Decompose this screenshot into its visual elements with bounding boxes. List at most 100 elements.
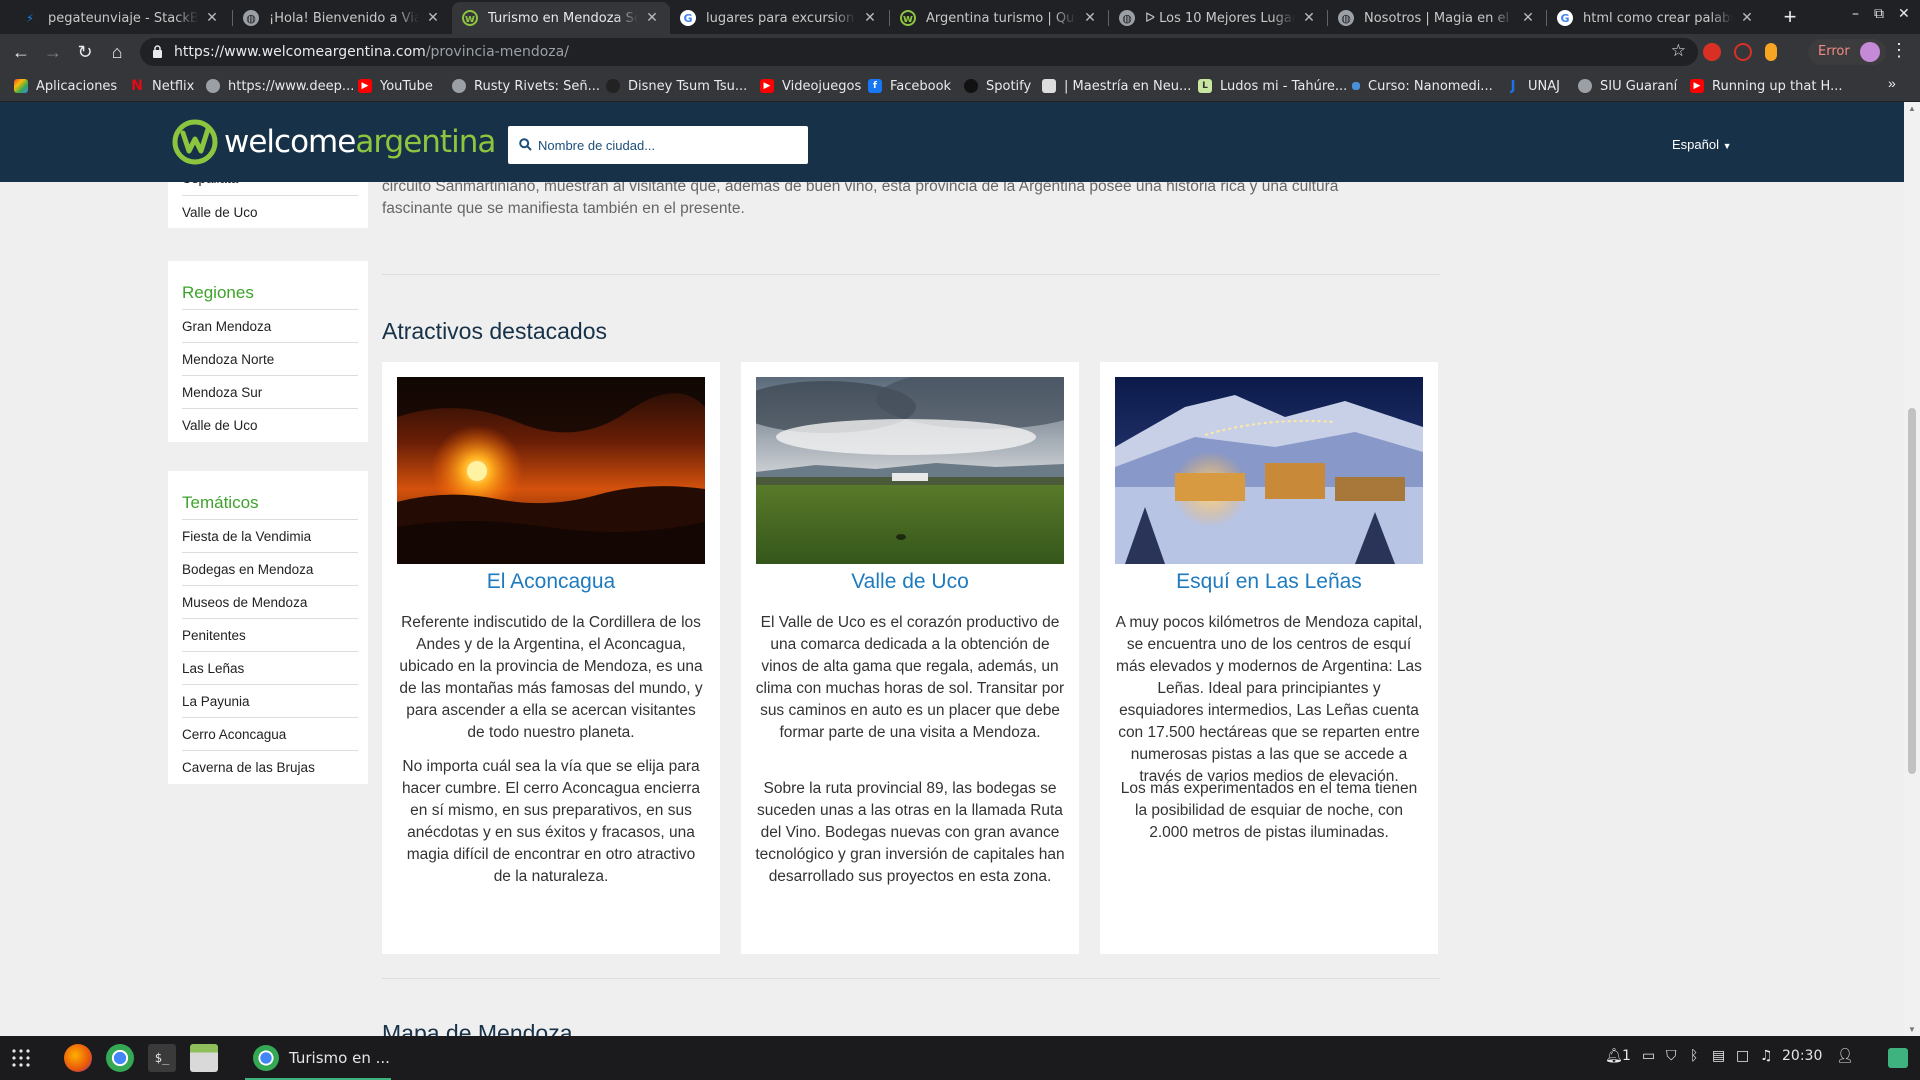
close-icon[interactable]: ✕ bbox=[644, 10, 660, 26]
globe-icon bbox=[206, 79, 220, 93]
bookmark-item[interactable]: N Netflix bbox=[130, 76, 194, 96]
bookmark-item[interactable]: https://www.deep... bbox=[206, 76, 354, 96]
restore-icon[interactable]: ⧉ bbox=[1874, 6, 1884, 22]
city-search-box[interactable] bbox=[508, 126, 808, 164]
bookmark-item[interactable]: ▶ Videojuegos bbox=[760, 76, 861, 96]
app-launcher-icon[interactable] bbox=[12, 1049, 30, 1067]
sidebar-link[interactable]: Valle de Uco bbox=[182, 409, 358, 442]
profile-error-button[interactable]: Error bbox=[1808, 39, 1886, 65]
close-icon[interactable]: ✕ bbox=[425, 10, 441, 26]
back-icon[interactable]: ← bbox=[8, 39, 34, 65]
browser-tab[interactable]: G lugares para excursiones en ✕ bbox=[670, 2, 888, 34]
browser-tab[interactable]: ◍ Nosotros | Magia en el Camino ✕ bbox=[1328, 2, 1546, 34]
terminal-icon[interactable]: $_ bbox=[148, 1044, 176, 1072]
shield-icon[interactable]: ⛉ bbox=[1666, 1048, 1677, 1064]
sidebar-link[interactable]: La Payunia bbox=[182, 685, 358, 718]
close-icon[interactable]: ✕ bbox=[862, 10, 878, 26]
close-icon[interactable]: ✕ bbox=[204, 10, 220, 26]
aconcagua-sunset-image[interactable] bbox=[397, 377, 705, 564]
language-selector[interactable]: Español ▼ bbox=[1672, 137, 1732, 152]
page-scrollbar[interactable]: ▲ ▼ bbox=[1904, 102, 1920, 1036]
browser-tab[interactable]: ◍ ¡Hola! Bienvenido a Viajando ✕ bbox=[233, 2, 451, 34]
bookmark-star-icon[interactable]: ☆ bbox=[1671, 41, 1686, 61]
browser-tab[interactable]: ◍ ᐅ Los 10 Mejores Lugares ✕ bbox=[1109, 2, 1327, 34]
course-icon bbox=[1352, 82, 1360, 90]
close-window-icon[interactable]: ✕ bbox=[1898, 6, 1910, 22]
sidebar-link[interactable]: Fiesta de la Vendimia bbox=[182, 520, 358, 553]
card-title[interactable]: Valle de Uco bbox=[741, 570, 1079, 594]
bookmark-item[interactable]: ▶ Running up that H... bbox=[1690, 76, 1843, 96]
close-icon[interactable]: ✕ bbox=[1520, 10, 1536, 26]
clock[interactable]: 20:30 bbox=[1782, 1048, 1822, 1064]
bookmark-item[interactable]: Rusty Rivets: Señ... bbox=[452, 76, 600, 96]
attraction-card[interactable]: Esquí en Las Leñas A muy pocos kilómetro… bbox=[1100, 362, 1438, 954]
bookmark-item[interactable]: | Maestría en Neu... bbox=[1042, 76, 1191, 96]
sidebar-link[interactable]: Uspallata bbox=[182, 182, 358, 196]
sidebar-link[interactable]: Valle de Uco bbox=[182, 196, 358, 229]
welcomeargentina-icon: w bbox=[900, 10, 916, 26]
user-icon[interactable]: 👤︎ bbox=[1836, 1048, 1854, 1064]
window-icon[interactable]: □ bbox=[1736, 1048, 1749, 1064]
display-icon[interactable]: ▭ bbox=[1642, 1048, 1655, 1064]
bookmark-item[interactable]: f Facebook bbox=[868, 76, 951, 96]
menu-icon[interactable]: ⋮ bbox=[1890, 40, 1908, 61]
browser-tab[interactable]: w Argentina turismo | Qué hacer ✕ bbox=[890, 2, 1108, 34]
sidebar-link[interactable]: Museos de Mendoza bbox=[182, 586, 358, 619]
close-icon[interactable]: ✕ bbox=[1739, 10, 1755, 26]
bookmark-item[interactable]: J UNAJ bbox=[1506, 76, 1560, 96]
extension-orange-icon[interactable] bbox=[1765, 43, 1777, 61]
las-lenas-image[interactable] bbox=[1115, 377, 1423, 564]
extension-adblock-icon[interactable] bbox=[1703, 43, 1721, 61]
sidebar-link[interactable]: Las Leñas bbox=[182, 652, 358, 685]
address-bar[interactable]: https://www.welcomeargentina.com/provinc… bbox=[140, 38, 1698, 66]
bookmark-item[interactable]: Spotify bbox=[964, 76, 1031, 96]
sidebar-link[interactable]: Bodegas en Mendoza bbox=[182, 553, 358, 586]
close-icon[interactable]: ✕ bbox=[1082, 10, 1098, 26]
forward-icon[interactable]: → bbox=[40, 39, 66, 65]
card-title[interactable]: El Aconcagua bbox=[382, 570, 720, 594]
scroll-up-icon[interactable]: ▲ bbox=[1908, 104, 1916, 113]
sidebar-link[interactable]: Gran Mendoza bbox=[182, 310, 358, 343]
bookmark-item[interactable]: Disney Tsum Tsu... bbox=[606, 76, 747, 96]
extension-block-icon[interactable] bbox=[1734, 43, 1752, 61]
attraction-card[interactable]: Valle de Uco El Valle de Uco es el coraz… bbox=[741, 362, 1079, 954]
clipboard-icon[interactable]: ▤ bbox=[1712, 1048, 1725, 1064]
bluetooth-icon[interactable]: ᛒ bbox=[1690, 1048, 1698, 1064]
browser-tab[interactable]: ⚡ pegateunviaje - StackBlitz ✕ bbox=[12, 2, 230, 34]
bookmark-item[interactable]: Aplicaciones bbox=[14, 76, 117, 96]
close-icon[interactable]: ✕ bbox=[1301, 10, 1317, 26]
new-tab-button[interactable]: + bbox=[1776, 4, 1804, 30]
card-title[interactable]: Esquí en Las Leñas bbox=[1100, 570, 1438, 594]
notification-icon[interactable]: 🔔︎ bbox=[1605, 1048, 1623, 1064]
sidebar-link[interactable]: Mendoza Norte bbox=[182, 343, 358, 376]
sidebar-link[interactable]: Cerro Aconcagua bbox=[182, 718, 358, 751]
browser-tab-active[interactable]: w Turismo en Mendoza Semana ✕ bbox=[452, 2, 670, 34]
files-icon[interactable] bbox=[190, 1044, 218, 1072]
bookmark-item[interactable]: L Ludos mi - Tahúre... bbox=[1198, 76, 1347, 96]
browser-tab[interactable]: G html como crear palabras ✕ bbox=[1547, 2, 1765, 34]
firefox-icon[interactable] bbox=[64, 1044, 92, 1072]
bookmark-item[interactable]: SIU Guaraní bbox=[1578, 76, 1677, 96]
taskbar-window-button[interactable]: Turismo en ... bbox=[245, 1036, 391, 1080]
sidebar-link[interactable]: Penitentes bbox=[182, 619, 358, 652]
workspace-number[interactable]: 1 bbox=[1622, 1048, 1631, 1064]
attraction-card[interactable]: El Aconcagua Referente indiscutido de la… bbox=[382, 362, 720, 954]
bookmarks-overflow-icon[interactable]: » bbox=[1888, 75, 1896, 91]
chromium-icon[interactable] bbox=[106, 1044, 134, 1072]
sidebar-link[interactable]: Mendoza Sur bbox=[182, 376, 358, 409]
scroll-down-icon[interactable]: ▼ bbox=[1908, 1025, 1916, 1034]
reload-icon[interactable]: ↻ bbox=[72, 39, 98, 65]
show-desktop-icon[interactable] bbox=[1888, 1048, 1908, 1068]
site-logo[interactable]: welcome argentina bbox=[172, 117, 496, 167]
music-icon[interactable]: ♫ bbox=[1760, 1048, 1773, 1064]
bookmark-label: UNAJ bbox=[1528, 78, 1560, 94]
scrollbar-thumb[interactable] bbox=[1908, 408, 1916, 774]
minimize-icon[interactable]: – bbox=[1852, 6, 1859, 22]
sidebar-link[interactable]: Caverna de las Brujas bbox=[182, 751, 358, 784]
city-search-input[interactable] bbox=[538, 126, 800, 164]
tab-title: Argentina turismo | Qué hacer bbox=[926, 10, 1076, 26]
valle-de-uco-image[interactable] bbox=[756, 377, 1064, 564]
bookmark-item[interactable]: Curso: Nanomedi... bbox=[1352, 76, 1493, 96]
home-icon[interactable]: ⌂ bbox=[104, 39, 130, 65]
bookmark-item[interactable]: ▶ YouTube bbox=[358, 76, 433, 96]
